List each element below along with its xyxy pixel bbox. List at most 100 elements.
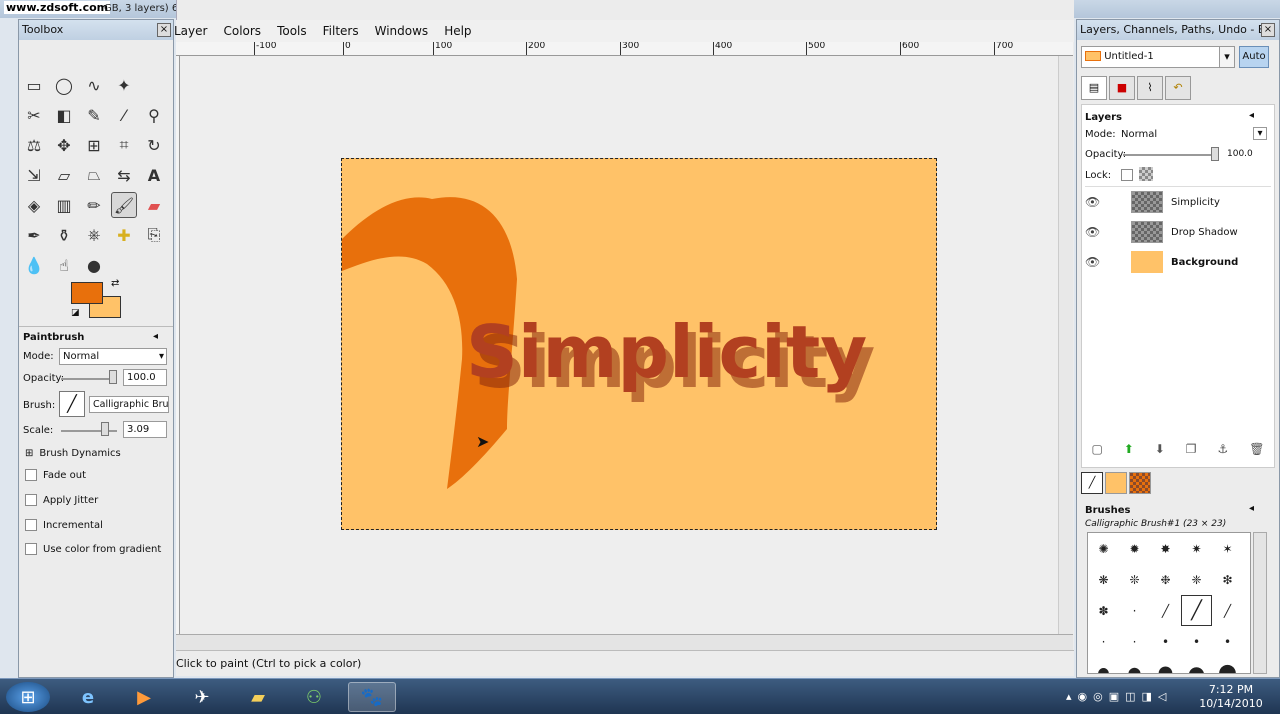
fade-out-option[interactable]: Fade out	[25, 469, 86, 481]
color-picker-icon[interactable]: ⁄	[111, 102, 137, 128]
blur-icon[interactable]: 💧	[21, 252, 47, 278]
eye-icon[interactable]: 👁	[1085, 255, 1107, 269]
brush-preview-icon[interactable]: ╱	[59, 391, 85, 417]
menu-help[interactable]: Help	[436, 24, 479, 38]
panel-menu-icon[interactable]: ◂	[1249, 110, 1254, 121]
toolbox-close-button[interactable]: ×	[157, 23, 171, 37]
brush-swatch[interactable]: ✷	[1181, 533, 1212, 564]
taskbar-app[interactable]: ✈	[178, 682, 226, 712]
start-button[interactable]: ⊞	[6, 682, 50, 712]
dock-close-button[interactable]: ×	[1261, 23, 1275, 37]
rotate-icon[interactable]: ↻	[141, 132, 167, 158]
tray-icons[interactable]: ▴◉◎▣◫◨◁	[1066, 690, 1172, 703]
brush-swatch[interactable]: ❊	[1119, 564, 1150, 595]
paths-icon[interactable]: ✎	[81, 102, 107, 128]
measure-icon[interactable]: ⚖	[21, 132, 47, 158]
airbrush-icon[interactable]: ✒	[21, 222, 47, 248]
opacity-slider-handle[interactable]	[109, 370, 117, 384]
brush-swatch[interactable]: ●	[1212, 657, 1243, 673]
brush-swatch[interactable]: •	[1150, 626, 1181, 657]
select-by-color-icon[interactable]: ◧	[51, 102, 77, 128]
brush-swatch[interactable]: ●	[1088, 657, 1119, 674]
auto-button[interactable]: Auto	[1239, 46, 1269, 68]
vertical-scrollbar[interactable]	[1058, 56, 1073, 634]
default-colors-icon[interactable]: ◪	[71, 308, 80, 318]
menu-colors[interactable]: Colors	[215, 24, 269, 38]
crop-icon[interactable]: ⌗	[111, 132, 137, 158]
new-layer-icon[interactable]: ▢	[1091, 442, 1102, 456]
layer-opacity-value[interactable]: 100.0	[1227, 149, 1253, 159]
brush-swatch[interactable]: ✶	[1212, 533, 1243, 564]
clone-icon[interactable]: ⎈	[81, 222, 107, 248]
taskbar-ie[interactable]: e	[64, 682, 112, 712]
heal-icon[interactable]: ✚	[111, 222, 137, 248]
eye-icon[interactable]: 👁	[1085, 195, 1107, 209]
dodge-burn-icon[interactable]: ●	[81, 252, 107, 278]
use-color-from-gradient-checkbox[interactable]	[25, 543, 37, 555]
incremental-option[interactable]: Incremental	[25, 519, 103, 531]
free-select-icon[interactable]: ∿	[81, 72, 107, 98]
incremental-checkbox[interactable]	[25, 519, 37, 531]
tab-layers[interactable]: ▤	[1081, 76, 1107, 100]
brush-dynamics-expander[interactable]: ⊞ Brush Dynamics	[25, 448, 121, 459]
move-icon[interactable]: ✥	[51, 132, 77, 158]
lock-pixels-checkbox[interactable]	[1121, 169, 1133, 181]
tool-options-menu-icon[interactable]: ◂	[153, 331, 158, 342]
eye-icon[interactable]: 👁	[1085, 225, 1107, 239]
layer-row-simplicity[interactable]: 👁 Simplicity	[1085, 188, 1261, 216]
brush-scrollbar[interactable]	[1253, 532, 1267, 674]
opacity-input[interactable]: 100.0	[123, 369, 167, 386]
scale-slider-handle[interactable]	[101, 422, 109, 436]
apply-jitter-checkbox[interactable]	[25, 494, 37, 506]
zoom-icon[interactable]: ⚲	[141, 102, 167, 128]
anchor-layer-icon[interactable]: ⚓	[1218, 442, 1229, 456]
taskbar-media[interactable]: ▶	[120, 682, 168, 712]
brush-swatch[interactable]: ●	[1181, 657, 1212, 674]
brush-swatch[interactable]: ❉	[1150, 564, 1181, 595]
tab-patterns[interactable]	[1105, 472, 1127, 494]
chevron-down-icon[interactable]: ▾	[1253, 127, 1267, 140]
pencil-icon[interactable]: ✏	[81, 192, 107, 218]
brush-swatch-selected[interactable]: ╱	[1181, 595, 1212, 626]
brush-swatch[interactable]: ●	[1150, 657, 1181, 673]
layer-row-drop-shadow[interactable]: 👁 Drop Shadow	[1085, 218, 1261, 246]
ink-icon[interactable]: ⚱	[51, 222, 77, 248]
raise-layer-icon[interactable]: ⬆	[1124, 442, 1134, 456]
brush-swatch[interactable]: ·	[1119, 626, 1150, 657]
scissors-icon[interactable]: ✂	[21, 102, 47, 128]
shear-icon[interactable]: ▱	[51, 162, 77, 188]
menu-filters[interactable]: Filters	[315, 24, 367, 38]
layer-opacity-handle[interactable]	[1211, 147, 1219, 161]
text-icon[interactable]: A	[141, 162, 167, 188]
swap-colors-icon[interactable]: ⇄	[111, 278, 119, 289]
brush-swatch[interactable]: ╱	[1212, 595, 1243, 626]
brush-swatch[interactable]: ✹	[1119, 533, 1150, 564]
align-icon[interactable]: ⊞	[81, 132, 107, 158]
foreground-color-swatch[interactable]	[71, 282, 103, 304]
taskbar-gimp[interactable]: 🐾	[348, 682, 396, 712]
paintbrush-icon[interactable]: 🖌	[111, 192, 137, 218]
brush-swatch[interactable]: •	[1181, 626, 1212, 657]
brush-swatch[interactable]: ✺	[1088, 533, 1119, 564]
duplicate-layer-icon[interactable]: ❐	[1186, 442, 1197, 456]
taskbar-network[interactable]: ⚇	[290, 682, 338, 712]
brush-swatch[interactable]: ❈	[1181, 564, 1212, 595]
flip-icon[interactable]: ⇆	[111, 162, 137, 188]
menu-tools[interactable]: Tools	[269, 24, 315, 38]
eraser-icon[interactable]: ▰	[141, 192, 167, 218]
tab-channels[interactable]: ■	[1109, 76, 1135, 100]
brush-name[interactable]: Calligraphic Brush	[89, 396, 169, 413]
taskbar-explorer[interactable]: ▰	[234, 682, 282, 712]
brush-swatch[interactable]: ╱	[1150, 595, 1181, 626]
tab-gradients[interactable]	[1129, 472, 1151, 494]
smudge-icon[interactable]: ☝	[51, 252, 77, 278]
brush-swatch[interactable]: ✽	[1088, 595, 1119, 626]
image-canvas[interactable]: Simplicity Simplicity	[341, 158, 937, 530]
menu-windows[interactable]: Windows	[367, 24, 437, 38]
brush-swatch[interactable]: ·	[1119, 595, 1150, 626]
tab-paths[interactable]: ⌇	[1137, 76, 1163, 100]
lower-layer-icon[interactable]: ⬇	[1155, 442, 1165, 456]
apply-jitter-option[interactable]: Apply Jitter	[25, 494, 98, 506]
perspective-clone-icon[interactable]: ⎘	[141, 222, 167, 248]
layer-row-background[interactable]: 👁 Background	[1085, 248, 1261, 276]
